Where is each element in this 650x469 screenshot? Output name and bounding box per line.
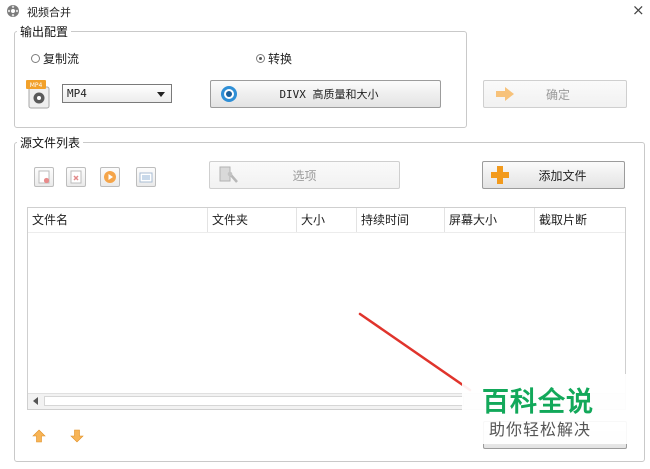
watermark-subtitle: 助你轻松解决 [489, 420, 592, 439]
watermark-overlay: 百科全说 助你轻松解决 [462, 374, 628, 444]
watermark-title: 百科全说 [482, 387, 594, 418]
